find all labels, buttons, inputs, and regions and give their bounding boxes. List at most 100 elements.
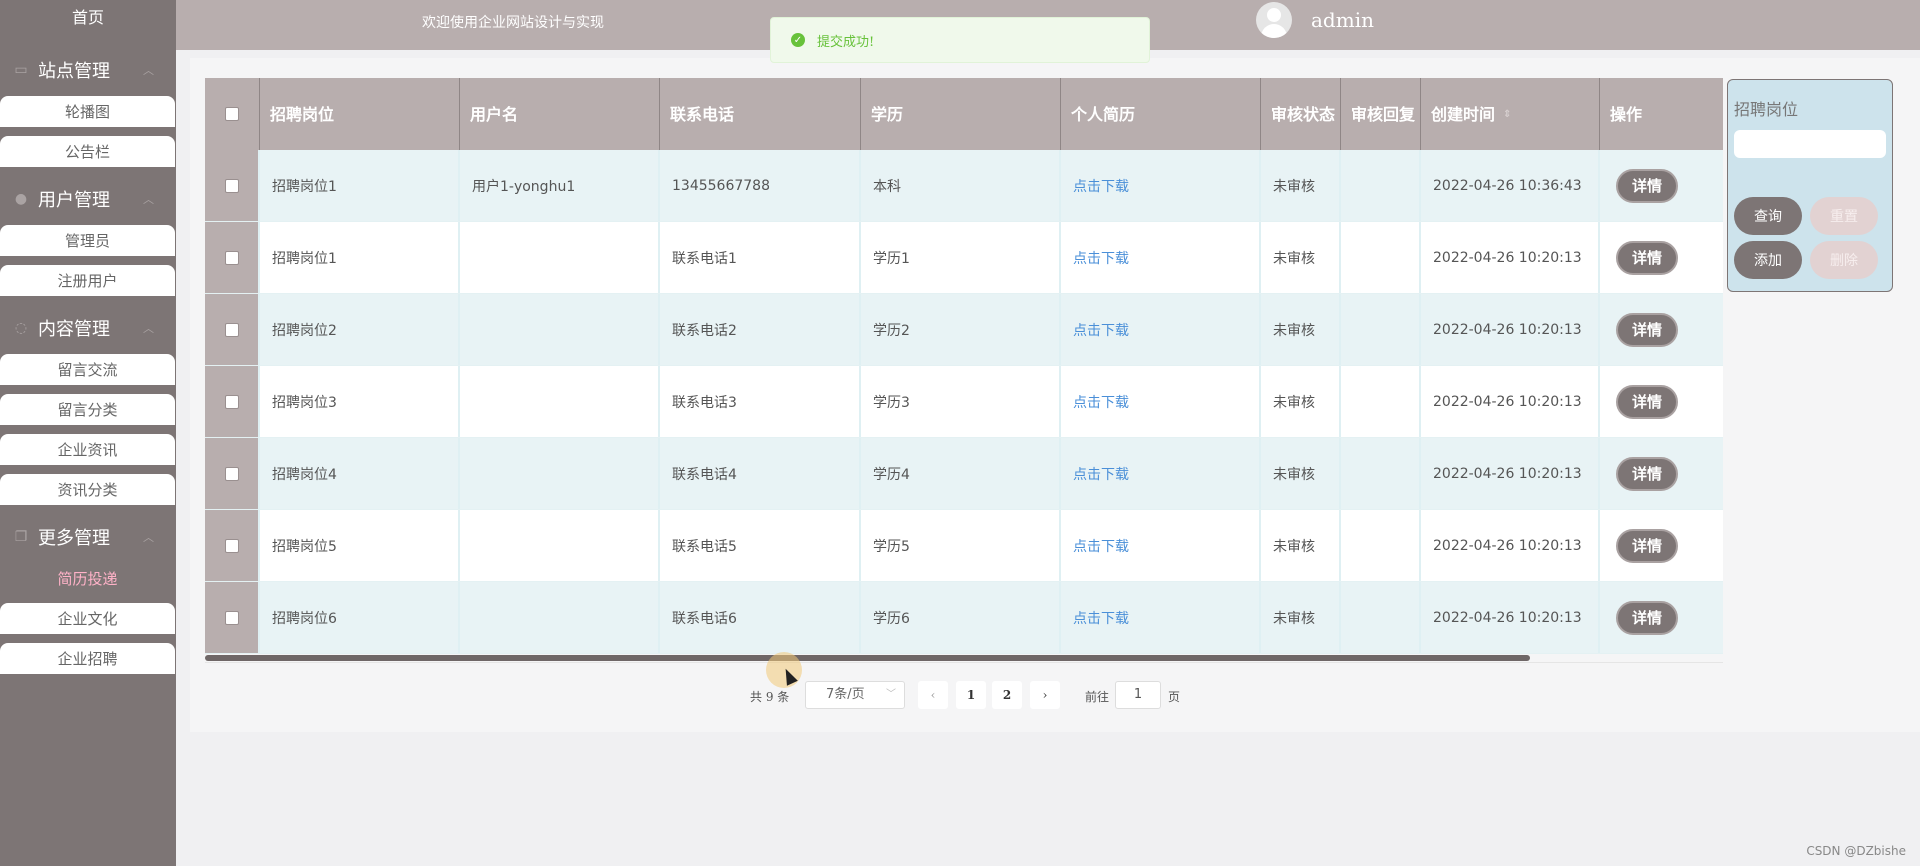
chat-icon: ◌ [14, 320, 28, 336]
table-cell: 学历2 [861, 294, 1061, 365]
table-cell: 未审核 [1261, 366, 1341, 437]
detail-button[interactable]: 详情 [1616, 600, 1678, 635]
table-cell: 详情 [1600, 366, 1723, 437]
sidebar-item-culture[interactable]: 企业文化 [0, 603, 175, 634]
sidebar-item-messages[interactable]: 留言交流 [0, 354, 175, 385]
download-link[interactable]: 点击下载 [1073, 392, 1129, 412]
scroll-track [205, 662, 1723, 663]
sidebar-item-registered-users[interactable]: 注册用户 [0, 265, 175, 296]
download-link[interactable]: 点击下载 [1073, 248, 1129, 268]
row-select-cell [205, 222, 260, 293]
sidebar-item-news-categories[interactable]: 资讯分类 [0, 474, 175, 505]
check-circle-icon: ✓ [791, 33, 805, 47]
table-cell [460, 222, 660, 293]
search-input[interactable] [1734, 130, 1886, 158]
row-checkbox[interactable] [224, 610, 239, 625]
welcome-text: 欢迎使用企业网站设计与实现 [422, 15, 604, 31]
sidebar-item-notice[interactable]: 公告栏 [0, 136, 175, 167]
prev-page-button[interactable]: ‹ [918, 681, 948, 709]
detail-button[interactable]: 详情 [1616, 168, 1678, 203]
column-header-created[interactable]: 创建时间 ⇕ [1421, 78, 1600, 150]
table-cell [1341, 582, 1421, 653]
username[interactable]: admin [1311, 8, 1374, 32]
table-cell: 联系电话6 [660, 582, 861, 653]
next-page-button[interactable]: › [1030, 681, 1060, 709]
chevron-up-icon: ︿ [143, 322, 154, 335]
sidebar-group-more[interactable]: ❐ 更多管理 ︿ [0, 515, 176, 559]
sidebar-item-message-categories[interactable]: 留言分类 [0, 394, 175, 425]
row-checkbox[interactable] [224, 322, 239, 337]
column-header-label: 创建时间 [1431, 104, 1496, 124]
detail-button[interactable]: 详情 [1616, 384, 1678, 419]
table-cell: 招聘岗位6 [260, 582, 460, 653]
page-size-select[interactable]: 7条/页 ﹀ [805, 681, 905, 709]
row-checkbox[interactable] [224, 538, 239, 553]
table-cell: 点击下载 [1061, 222, 1261, 293]
table-cell: 未审核 [1261, 438, 1341, 509]
table-cell: 点击下载 [1061, 510, 1261, 581]
table-cell: 详情 [1600, 510, 1723, 581]
download-link[interactable]: 点击下载 [1073, 464, 1129, 484]
download-link[interactable]: 点击下载 [1073, 320, 1129, 340]
table-cell [460, 294, 660, 365]
horizontal-scrollbar[interactable] [205, 655, 1530, 661]
chevron-down-icon: ﹀ [886, 689, 896, 700]
sidebar-item-resume[interactable]: 简历投递 [0, 563, 175, 594]
table-row: 招聘岗位6 联系电话6 学历6 点击下载 未审核 2022-04-26 10:20:13 详… [205, 582, 1723, 654]
add-button[interactable]: 添加 [1734, 241, 1802, 279]
table-cell: 本科 [861, 150, 1061, 221]
row-checkbox[interactable] [224, 178, 239, 193]
sidebar-group-users[interactable]: ● 用户管理 ︿ [0, 177, 176, 221]
table-cell: 学历6 [861, 582, 1061, 653]
page-size-value: 7条/页 [826, 687, 865, 702]
goto-page-input[interactable]: 1 [1115, 681, 1161, 709]
row-select-cell [205, 510, 260, 581]
sidebar-home[interactable]: 首页 [0, 0, 176, 38]
row-checkbox[interactable] [224, 466, 239, 481]
column-header: 个人简历 [1061, 78, 1261, 150]
sidebar-item-recruitment[interactable]: 企业招聘 [0, 643, 175, 674]
column-header: 联系电话 [660, 78, 861, 150]
column-header: 审核状态 [1261, 78, 1341, 150]
reset-button[interactable]: 重置 [1810, 197, 1878, 235]
delete-button[interactable]: 删除 [1810, 241, 1878, 279]
sidebar-group-site[interactable]: ▭ 站点管理 ︿ [0, 48, 176, 92]
page-number[interactable]: 1 [956, 681, 986, 709]
table-cell: 详情 [1600, 438, 1723, 509]
table-cell: 2022-04-26 10:20:13 [1421, 294, 1600, 365]
query-button[interactable]: 查询 [1734, 197, 1802, 235]
table-row: 招聘岗位3 联系电话3 学历3 点击下载 未审核 2022-04-26 10:20:13 详… [205, 366, 1723, 438]
sort-icon[interactable]: ⇕ [1503, 104, 1511, 125]
download-link[interactable]: 点击下载 [1073, 608, 1129, 628]
table-cell: 点击下载 [1061, 366, 1261, 437]
watermark: CSDN @DZbishe [1806, 844, 1906, 858]
detail-button[interactable]: 详情 [1616, 312, 1678, 347]
table-cell: 联系电话3 [660, 366, 861, 437]
table-cell [1341, 366, 1421, 437]
table-cell: 详情 [1600, 150, 1723, 221]
table-cell [1341, 150, 1421, 221]
sidebar-group-content[interactable]: ◌ 内容管理 ︿ [0, 306, 176, 350]
detail-button[interactable]: 详情 [1616, 456, 1678, 491]
row-checkbox[interactable] [224, 250, 239, 265]
row-checkbox[interactable] [224, 394, 239, 409]
download-link[interactable]: 点击下载 [1073, 536, 1129, 556]
sidebar-item-news[interactable]: 企业资讯 [0, 434, 175, 465]
detail-button[interactable]: 详情 [1616, 528, 1678, 563]
download-link[interactable]: 点击下载 [1073, 176, 1129, 196]
page-number[interactable]: 2 [992, 681, 1022, 709]
sidebar-item-admins[interactable]: 管理员 [0, 225, 175, 256]
row-select-cell [205, 582, 260, 653]
table-cell: 点击下载 [1061, 294, 1261, 365]
avatar[interactable] [1256, 2, 1292, 38]
sidebar-group-label: 更多管理 [38, 528, 110, 549]
sidebar-item-carousel[interactable]: 轮播图 [0, 96, 175, 127]
toast-message: 提交成功! [817, 34, 875, 50]
select-all-checkbox[interactable] [225, 107, 239, 121]
detail-button[interactable]: 详情 [1616, 240, 1678, 275]
table-cell: 联系电话4 [660, 438, 861, 509]
avatar-body [1261, 24, 1287, 38]
table-cell [1341, 222, 1421, 293]
table-cell: 招聘岗位1 [260, 150, 460, 221]
sidebar-group-label: 用户管理 [38, 190, 110, 211]
